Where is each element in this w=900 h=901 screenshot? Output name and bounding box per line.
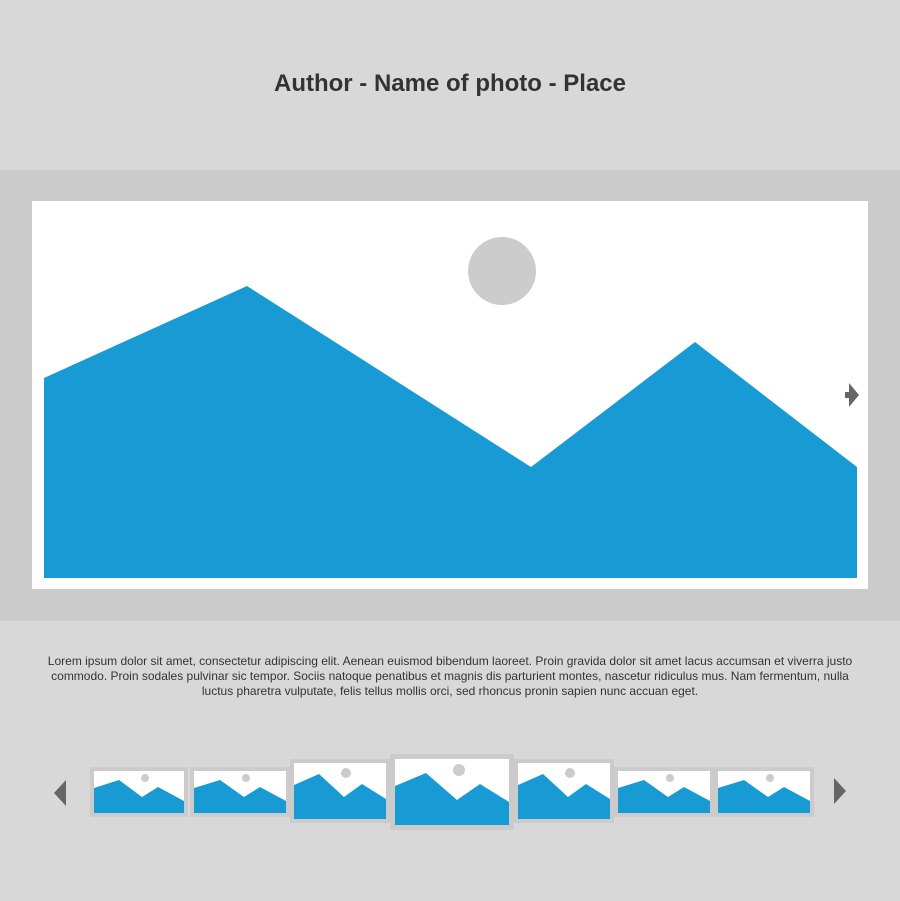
thumbnail[interactable] [290, 759, 390, 823]
landscape-photo-icon [718, 774, 810, 813]
arrow-right-icon[interactable] [832, 778, 848, 804]
landscape-photo-icon [94, 774, 184, 813]
landscape-photo-icon [294, 768, 386, 819]
main-photo [32, 201, 868, 589]
thumbnail[interactable] [190, 767, 290, 817]
landscape-photo-icon [518, 768, 610, 819]
landscape-photo-icon [194, 774, 286, 813]
landscape-photo-icon [618, 774, 710, 813]
thumbnail[interactable] [90, 767, 188, 817]
landscape-photo-icon [395, 764, 509, 825]
header: Author - Name of photo - Place [0, 0, 900, 170]
sun-icon [468, 237, 536, 305]
thumbnail-selected[interactable] [390, 754, 514, 830]
thumbnail[interactable] [714, 767, 814, 817]
thumbnail[interactable] [514, 759, 614, 823]
arrow-right-icon[interactable] [845, 383, 861, 407]
arrow-left-icon[interactable] [52, 780, 68, 806]
landscape-photo-icon [32, 201, 868, 589]
page-title: Author - Name of photo - Place [273, 70, 626, 97]
photo-description: Lorem ipsum dolor sit amet, consectetur … [47, 654, 853, 698]
thumbnail[interactable] [614, 767, 714, 817]
photo-stage [0, 170, 900, 621]
